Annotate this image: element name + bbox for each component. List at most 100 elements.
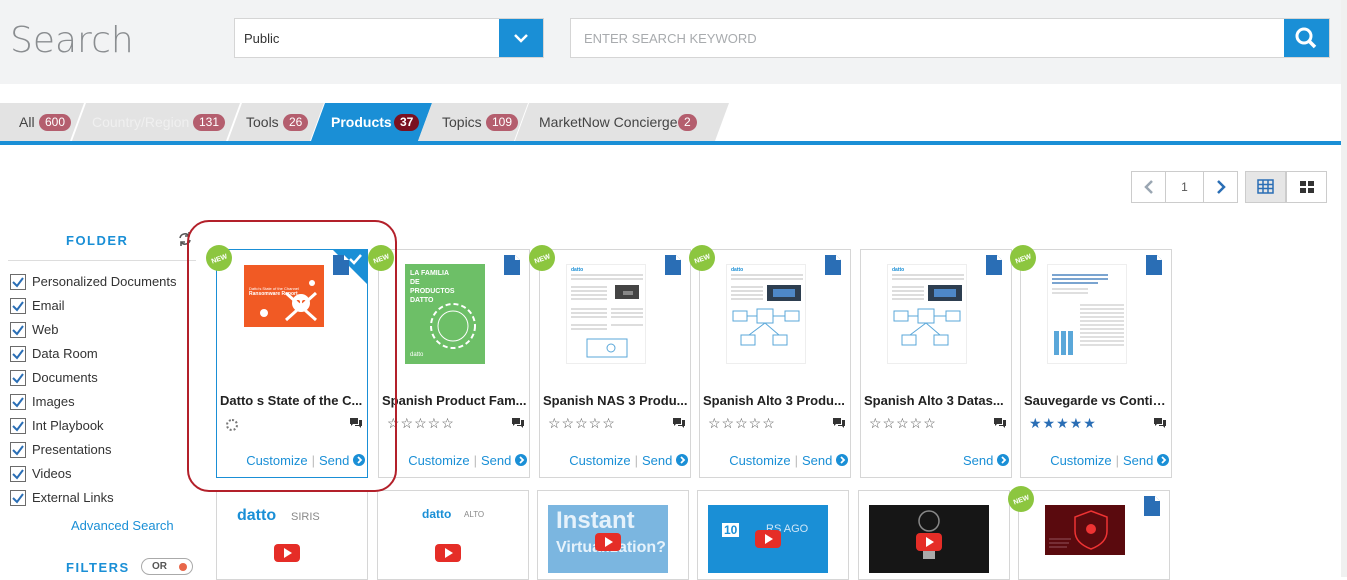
new-badge-icon: NEW [689,245,715,271]
send-link[interactable]: Send [481,453,511,468]
page-scrollbar[interactable] [1341,0,1347,577]
checkmark-icon [12,445,24,456]
asset-card[interactable]: datto Spanish NAS 3 Produ... ☆☆☆☆☆ Custo… [529,245,691,478]
video-thumbnail: datto SIRIS [227,505,347,573]
comments-icon[interactable] [511,417,525,429]
comments-icon[interactable] [832,417,846,429]
checkbox[interactable] [10,274,26,290]
gear-icon [430,303,476,349]
play-icon [595,533,621,552]
checkmark-icon [12,325,24,336]
asset-card[interactable]: datto Spanish Alto 3 Datas... ☆☆☆☆☆ Send [860,249,1012,478]
asset-title[interactable]: Spanish NAS 3 Produ... [543,393,689,408]
thumbnail-logo: datto [422,507,452,521]
send-link[interactable]: Send [1123,453,1153,468]
asset-thumbnail [1047,264,1127,364]
scope-select[interactable]: Public [234,18,544,58]
checkmark-icon [12,397,24,408]
customize-link[interactable]: Customize [408,453,469,468]
search-icon [1295,27,1317,49]
video-thumbnail: 10 RS AGO [708,505,828,573]
asset-thumbnail: datto [726,264,806,364]
star-rating[interactable]: ☆☆☆☆☆ [387,415,455,432]
document-preview [571,274,643,358]
card-actions: Send [861,453,1009,468]
asset-title[interactable]: Spanish Alto 3 Datas... [864,393,1010,408]
advanced-search-link[interactable]: Advanced Search [71,518,174,533]
filter-mode-toggle[interactable]: OR [141,558,193,575]
folder-item-label: Web [32,322,59,337]
checkbox[interactable] [10,418,26,434]
checkbox[interactable] [10,298,26,314]
checkbox[interactable] [10,466,26,482]
tab-count-badge: 26 [283,114,308,131]
folder-item-label: Documents [32,370,98,385]
checkbox[interactable] [10,442,26,458]
new-badge-icon: NEW [1008,486,1034,512]
page-number[interactable]: 1 [1166,180,1203,194]
send-link[interactable]: Send [963,453,993,468]
checkbox[interactable] [10,490,26,506]
send-link[interactable]: Send [802,453,832,468]
asset-thumbnail: datto [887,264,967,364]
new-badge-icon: NEW [529,245,555,271]
document-icon [986,255,1002,275]
tab-marketnow-concierge[interactable]: MarketNow Concierge 2 [515,103,729,141]
list-view-button[interactable] [1245,171,1286,203]
checkbox[interactable] [10,322,26,338]
thumbnail-logo: datto [892,267,905,273]
video-card[interactable]: datto ALTO [377,490,529,580]
new-badge-icon: NEW [1010,245,1036,271]
prev-page-button[interactable] [1132,172,1166,202]
video-card[interactable]: Instant Virtualization? [537,490,689,580]
asset-card[interactable]: LA FAMILIA DE PRODUCTOS DATTO datto Span… [368,245,530,478]
toggle-knob [179,563,187,571]
asset-card[interactable]: datto Spanish Alto 3 Produ... ☆☆☆☆☆ Cust… [689,245,851,478]
comments-icon[interactable] [1153,417,1167,429]
asset-card[interactable]: Sauvegarde vs Contin... ★★★★★ Customize |… [1010,245,1172,478]
search-button[interactable] [1284,19,1329,57]
asset-title[interactable]: Sauvegarde vs Contin... [1024,393,1170,408]
checkbox[interactable] [10,370,26,386]
next-page-button[interactable] [1203,172,1237,202]
tab-country-region[interactable]: Country/Region 131 [72,103,240,141]
checkmark-icon [12,301,24,312]
toggle-label: OR [152,561,167,572]
video-card[interactable]: datto SIRIS [216,490,368,580]
tab-products[interactable]: Products 37 [311,103,432,141]
pagination: 1 [1131,171,1238,203]
customize-link[interactable]: Customize [729,453,790,468]
checkmark-icon [12,469,24,480]
scope-dropdown-button[interactable] [499,19,543,57]
comments-icon[interactable] [672,417,686,429]
star-rating[interactable]: ☆☆☆☆☆ [548,415,616,432]
customize-link[interactable]: Customize [569,453,630,468]
comments-icon[interactable] [993,417,1007,429]
asset-title[interactable]: Spanish Alto 3 Produ... [703,393,849,408]
asset-thumbnail: LA FAMILIA DE PRODUCTOS DATTO datto [405,264,485,364]
document-preview [1052,274,1124,355]
asset-title[interactable]: Spanish Product Fam... [382,393,528,408]
video-card[interactable]: NEW [1008,486,1170,580]
folder-item-label: Data Room [32,346,98,361]
tab-topics[interactable]: Topics 109 [418,103,528,141]
star-rating[interactable]: ☆☆☆☆☆ [869,415,937,432]
customize-link[interactable]: Customize [1050,453,1111,468]
tab-label: MarketNow Concierge [539,114,678,130]
search-input[interactable] [571,19,1285,57]
table-view-icon [1257,179,1274,194]
star-rating[interactable]: ★★★★★ [1029,415,1097,432]
card-actions: Customize | Send [1021,453,1169,468]
thumbnail-logo: datto [410,352,424,358]
video-card[interactable] [858,490,1010,580]
tab-all[interactable]: All 600 [0,103,84,141]
send-link[interactable]: Send [642,453,672,468]
video-card[interactable]: 10 RS AGO [697,490,849,580]
checkbox[interactable] [10,346,26,362]
grid-view-button[interactable] [1286,171,1327,203]
tab-tools[interactable]: Tools 26 [228,103,324,141]
thumbnail-logo: datto [237,507,277,524]
star-rating[interactable]: ☆☆☆☆☆ [708,415,776,432]
folder-item-label: External Links [32,490,114,505]
checkbox[interactable] [10,394,26,410]
